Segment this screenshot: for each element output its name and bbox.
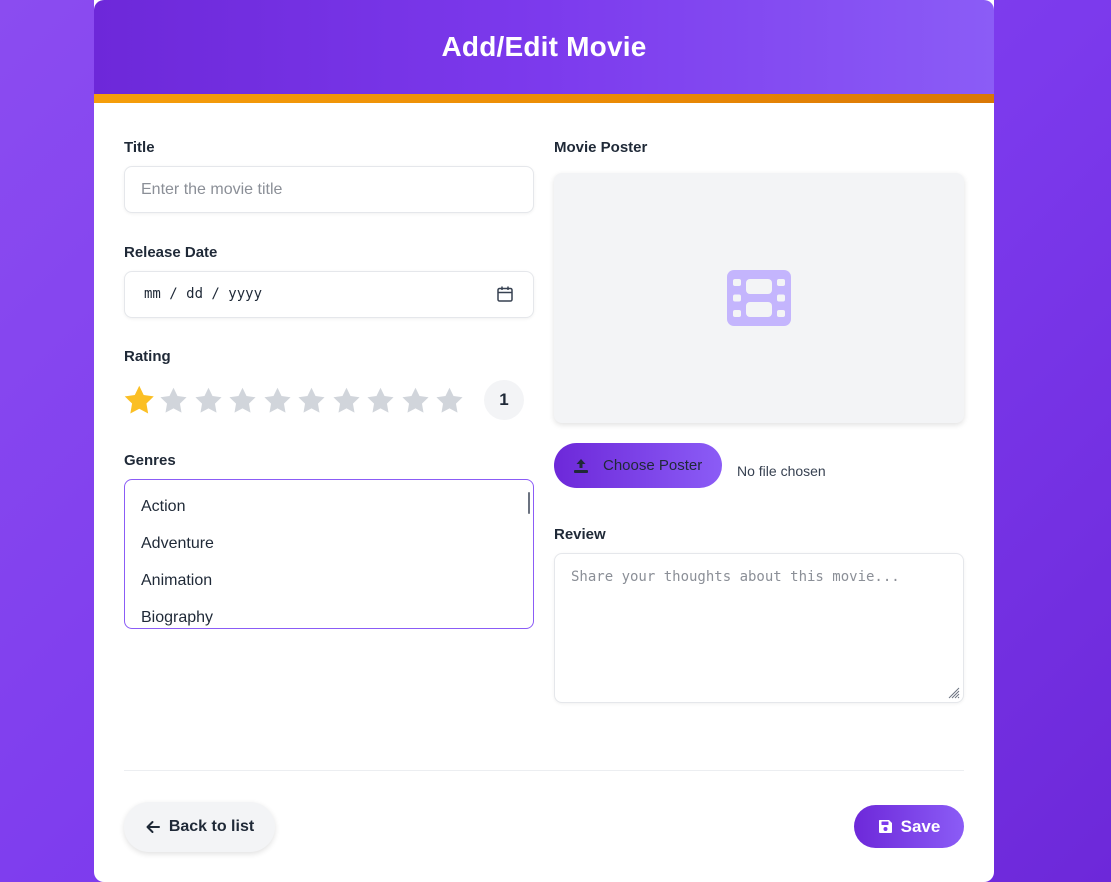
star-9[interactable]: [398, 382, 433, 418]
genre-option-adventure[interactable]: Adventure: [141, 535, 214, 553]
file-status-text: No file chosen: [737, 463, 826, 479]
back-to-list-label: Back to list: [168, 818, 255, 835]
star-icon: [402, 387, 429, 413]
star-10[interactable]: [433, 382, 468, 418]
star-icon: [436, 387, 463, 413]
review-field-wrapper: [554, 553, 964, 703]
genre-option-action[interactable]: Action: [141, 498, 185, 516]
title-label: Title: [124, 139, 155, 156]
back-to-list-button[interactable]: Back to list: [124, 802, 275, 852]
star-2[interactable]: [157, 382, 192, 418]
star-1[interactable]: [122, 382, 157, 418]
star-4[interactable]: [226, 382, 261, 418]
floppy-disk-icon: [878, 820, 892, 833]
review-textarea[interactable]: [555, 554, 963, 702]
release-date-input[interactable]: mm / dd / yyyy: [124, 271, 534, 318]
save-button[interactable]: Save: [854, 805, 964, 848]
calendar-icon[interactable]: [496, 285, 514, 303]
review-label: Review: [554, 526, 606, 543]
star-rating[interactable]: [122, 382, 467, 418]
genres-label: Genres: [124, 452, 176, 469]
upload-icon: [574, 458, 588, 473]
star-icon: [195, 387, 222, 413]
star-8[interactable]: [364, 382, 399, 418]
genres-select[interactable]: Action Adventure Animation Biography: [124, 479, 534, 629]
title-input[interactable]: [125, 167, 533, 212]
star-icon: [367, 387, 394, 413]
release-date-label: Release Date: [124, 244, 218, 261]
genre-option-biography[interactable]: Biography: [141, 609, 213, 627]
choose-poster-button[interactable]: Choose Poster: [554, 443, 722, 488]
star-5[interactable]: [260, 382, 295, 418]
star-icon: [333, 387, 360, 413]
star-icon: [160, 387, 187, 413]
footer-divider: [124, 770, 964, 771]
film-icon: [727, 270, 791, 326]
genres-scrollbar[interactable]: [528, 492, 530, 514]
star-icon: [264, 387, 291, 413]
rating-value-badge: 1: [484, 380, 524, 420]
page-title: Add/Edit Movie: [441, 31, 647, 62]
title-field-wrapper: [124, 166, 534, 213]
star-7[interactable]: [329, 382, 364, 418]
star-6[interactable]: [295, 382, 330, 418]
card-header: Add/Edit Movie: [94, 0, 994, 94]
star-3[interactable]: [191, 382, 226, 418]
star-icon: [124, 385, 154, 414]
movie-poster-label: Movie Poster: [554, 139, 648, 156]
poster-preview: [554, 173, 964, 423]
arrow-left-icon: [146, 821, 160, 833]
movie-form-card: Add/Edit Movie: [94, 0, 994, 882]
save-label: Save: [900, 816, 941, 836]
genre-option-animation[interactable]: Animation: [141, 572, 212, 590]
choose-poster-label: Choose Poster: [603, 457, 703, 474]
resize-grip-icon[interactable]: [948, 687, 960, 699]
rating-label: Rating: [124, 348, 171, 365]
date-format-text: mm / dd / yyyy: [144, 286, 263, 302]
accent-bar: [94, 94, 994, 103]
star-icon: [229, 387, 256, 413]
star-icon: [298, 387, 325, 413]
